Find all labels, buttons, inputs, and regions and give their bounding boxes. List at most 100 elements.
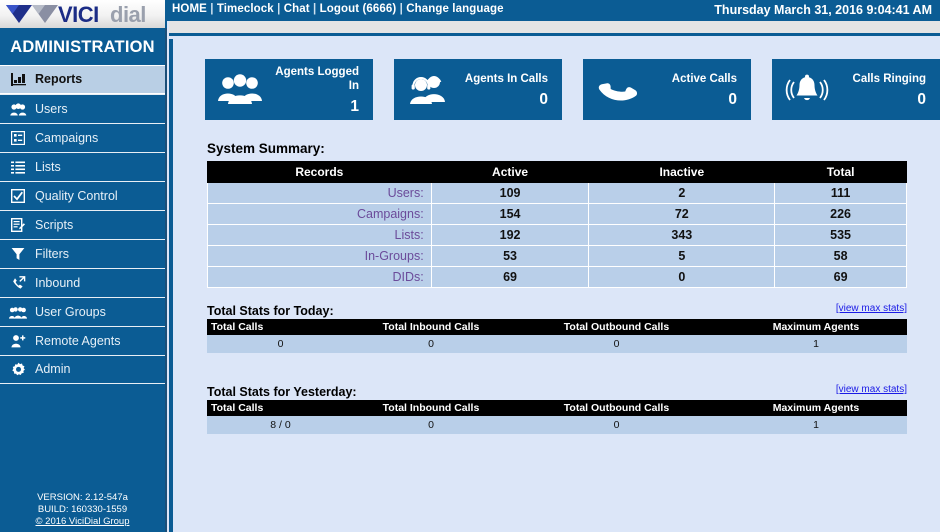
sidebar-item-campaigns[interactable]: Campaigns xyxy=(0,123,165,152)
card-agents-in-calls: Agents In Calls 0 xyxy=(394,59,562,120)
card-text: Calls Ringing 0 xyxy=(832,72,932,108)
row-label-campaigns[interactable]: Campaigns: xyxy=(208,204,432,225)
sidebar-item-admin[interactable]: Admin xyxy=(0,355,165,384)
card-calls-ringing: Calls Ringing 0 xyxy=(772,59,940,120)
sidebar-item-lists[interactable]: Lists xyxy=(0,152,165,181)
lines-list-icon xyxy=(8,158,28,176)
cell-maximum-agents: 1 xyxy=(725,335,907,353)
nav-separator: | xyxy=(207,3,217,15)
version-info: VERSION: 2.12-547a BUILD: 160330-1559 © … xyxy=(0,492,165,528)
card-text: Agents Logged In 1 xyxy=(265,65,365,115)
nav-link-timeclock[interactable]: Timeclock xyxy=(217,3,274,15)
cell-inactive: 0 xyxy=(589,267,775,288)
row-label-users[interactable]: Users: xyxy=(208,183,432,204)
stats-yesterday-block: Total Stats for Yesterday: [view max sta… xyxy=(173,383,940,434)
card-text: Agents In Calls 0 xyxy=(454,72,554,108)
card-value: 0 xyxy=(832,92,926,108)
stats-yesterday-header: Total Stats for Yesterday: [view max sta… xyxy=(207,383,907,400)
col-total-calls: Total Calls xyxy=(207,319,354,335)
vicidial-logo[interactable]: VICI dial xyxy=(0,0,167,28)
cell-total-calls: 0 xyxy=(207,335,354,353)
card-value: 0 xyxy=(454,92,548,108)
three-people-icon xyxy=(215,70,265,110)
cell-total-calls: 8 / 0 xyxy=(207,416,354,434)
nav-link-home[interactable]: HOME xyxy=(172,3,207,15)
sidebar-item-label: Scripts xyxy=(35,219,73,232)
vicidial-logo-svg: VICI dial xyxy=(2,1,165,27)
nav-link-logout[interactable]: Logout (6666) xyxy=(320,3,397,15)
version-line: VERSION: 2.12-547a xyxy=(0,492,165,504)
row-label-text: Lists: xyxy=(395,228,424,242)
sidebar-title: ADMINISTRATION xyxy=(0,28,165,65)
col-total: Total xyxy=(775,162,907,183)
cell-inactive: 2 xyxy=(589,183,775,204)
sidebar-item-label: Campaigns xyxy=(35,132,98,145)
table-row: Lists: 192 343 535 xyxy=(208,225,907,246)
nav-separator: | xyxy=(310,3,320,15)
cell-active: 109 xyxy=(431,183,589,204)
col-records: Records xyxy=(208,162,432,183)
sidebar-item-label: Filters xyxy=(35,248,69,261)
top-nav-links: HOME | Timeclock | Chat | Logout (6666) … xyxy=(172,3,504,15)
sidebar-item-user-groups[interactable]: User Groups xyxy=(0,297,165,326)
copyright-link[interactable]: © 2016 ViciDial Group xyxy=(36,516,130,527)
table-row: Users: 109 2 111 xyxy=(208,183,907,204)
cell-total: 58 xyxy=(775,246,907,267)
user-group-icon xyxy=(8,303,28,321)
view-max-stats-yesterday-link[interactable]: [view max stats] xyxy=(836,384,907,395)
view-max-stats-today-link[interactable]: [view max stats] xyxy=(836,303,907,314)
table-header-row: Total Calls Total Inbound Calls Total Ou… xyxy=(207,400,907,416)
cell-active: 53 xyxy=(431,246,589,267)
sidebar-item-quality-control[interactable]: Quality Control xyxy=(0,181,165,210)
cell-total: 111 xyxy=(775,183,907,204)
table-header-row: Records Active Inactive Total xyxy=(208,162,907,183)
phone-arrow-icon xyxy=(8,274,28,292)
row-label-in-groups[interactable]: In-Groups: xyxy=(208,246,432,267)
list-box-icon xyxy=(8,129,28,147)
row-label-lists[interactable]: Lists: xyxy=(208,225,432,246)
cell-inactive: 5 xyxy=(589,246,775,267)
table-row: 0 0 0 1 xyxy=(207,335,907,353)
sidebar-item-remote-agents[interactable]: Remote Agents xyxy=(0,326,165,355)
sidebar-item-scripts[interactable]: Scripts xyxy=(0,210,165,239)
nav-link-change-language[interactable]: Change language xyxy=(406,3,503,15)
card-title: Calls Ringing xyxy=(832,72,926,86)
row-label-dids[interactable]: DIDs: xyxy=(208,267,432,288)
svg-text:VICI: VICI xyxy=(58,2,99,27)
row-label-text: Campaigns: xyxy=(357,207,424,221)
headset-agents-icon xyxy=(404,70,454,110)
sidebar-item-label: Lists xyxy=(35,161,61,174)
sidebar: ADMINISTRATION Reports Users Campaigns xyxy=(0,28,167,532)
table-row: In-Groups: 53 5 58 xyxy=(208,246,907,267)
sidebar-item-reports[interactable]: Reports xyxy=(0,65,165,94)
bar-chart-icon xyxy=(8,71,28,89)
cell-total: 535 xyxy=(775,225,907,246)
phone-handset-icon xyxy=(593,70,643,110)
sidebar-item-inbound[interactable]: Inbound xyxy=(0,268,165,297)
nav-separator: | xyxy=(396,3,406,15)
row-label-text: In-Groups: xyxy=(365,249,424,263)
cell-total-inbound-calls: 0 xyxy=(354,416,508,434)
row-label-text: DIDs: xyxy=(392,270,423,284)
sidebar-item-label: Admin xyxy=(35,363,70,376)
col-inactive: Inactive xyxy=(589,162,775,183)
sidebar-item-filters[interactable]: Filters xyxy=(0,239,165,268)
card-active-calls: Active Calls 0 xyxy=(583,59,751,120)
stats-spacer xyxy=(173,353,940,369)
card-value: 1 xyxy=(265,99,359,115)
stats-today-block: Total Stats for Today: [view max stats] … xyxy=(173,302,940,353)
sidebar-item-label: Quality Control xyxy=(35,190,118,203)
header-gray-strip xyxy=(169,21,940,36)
server-clock: Thursday March 31, 2016 9:04:41 AM xyxy=(714,3,932,17)
card-agents-logged-in: Agents Logged In 1 xyxy=(205,59,373,120)
nav-link-chat[interactable]: Chat xyxy=(284,3,310,15)
gear-icon xyxy=(8,361,28,379)
stats-today-title: Total Stats for Today: xyxy=(207,304,334,318)
cell-total: 69 xyxy=(775,267,907,288)
sidebar-item-users[interactable]: Users xyxy=(0,94,165,123)
stat-cards: Agents Logged In 1 Agents In xyxy=(173,39,940,120)
table-row: 8 / 0 0 0 1 xyxy=(207,416,907,434)
table-header-row: Total Calls Total Inbound Calls Total Ou… xyxy=(207,319,907,335)
cell-total-outbound-calls: 0 xyxy=(508,416,725,434)
users-icon xyxy=(8,100,28,118)
